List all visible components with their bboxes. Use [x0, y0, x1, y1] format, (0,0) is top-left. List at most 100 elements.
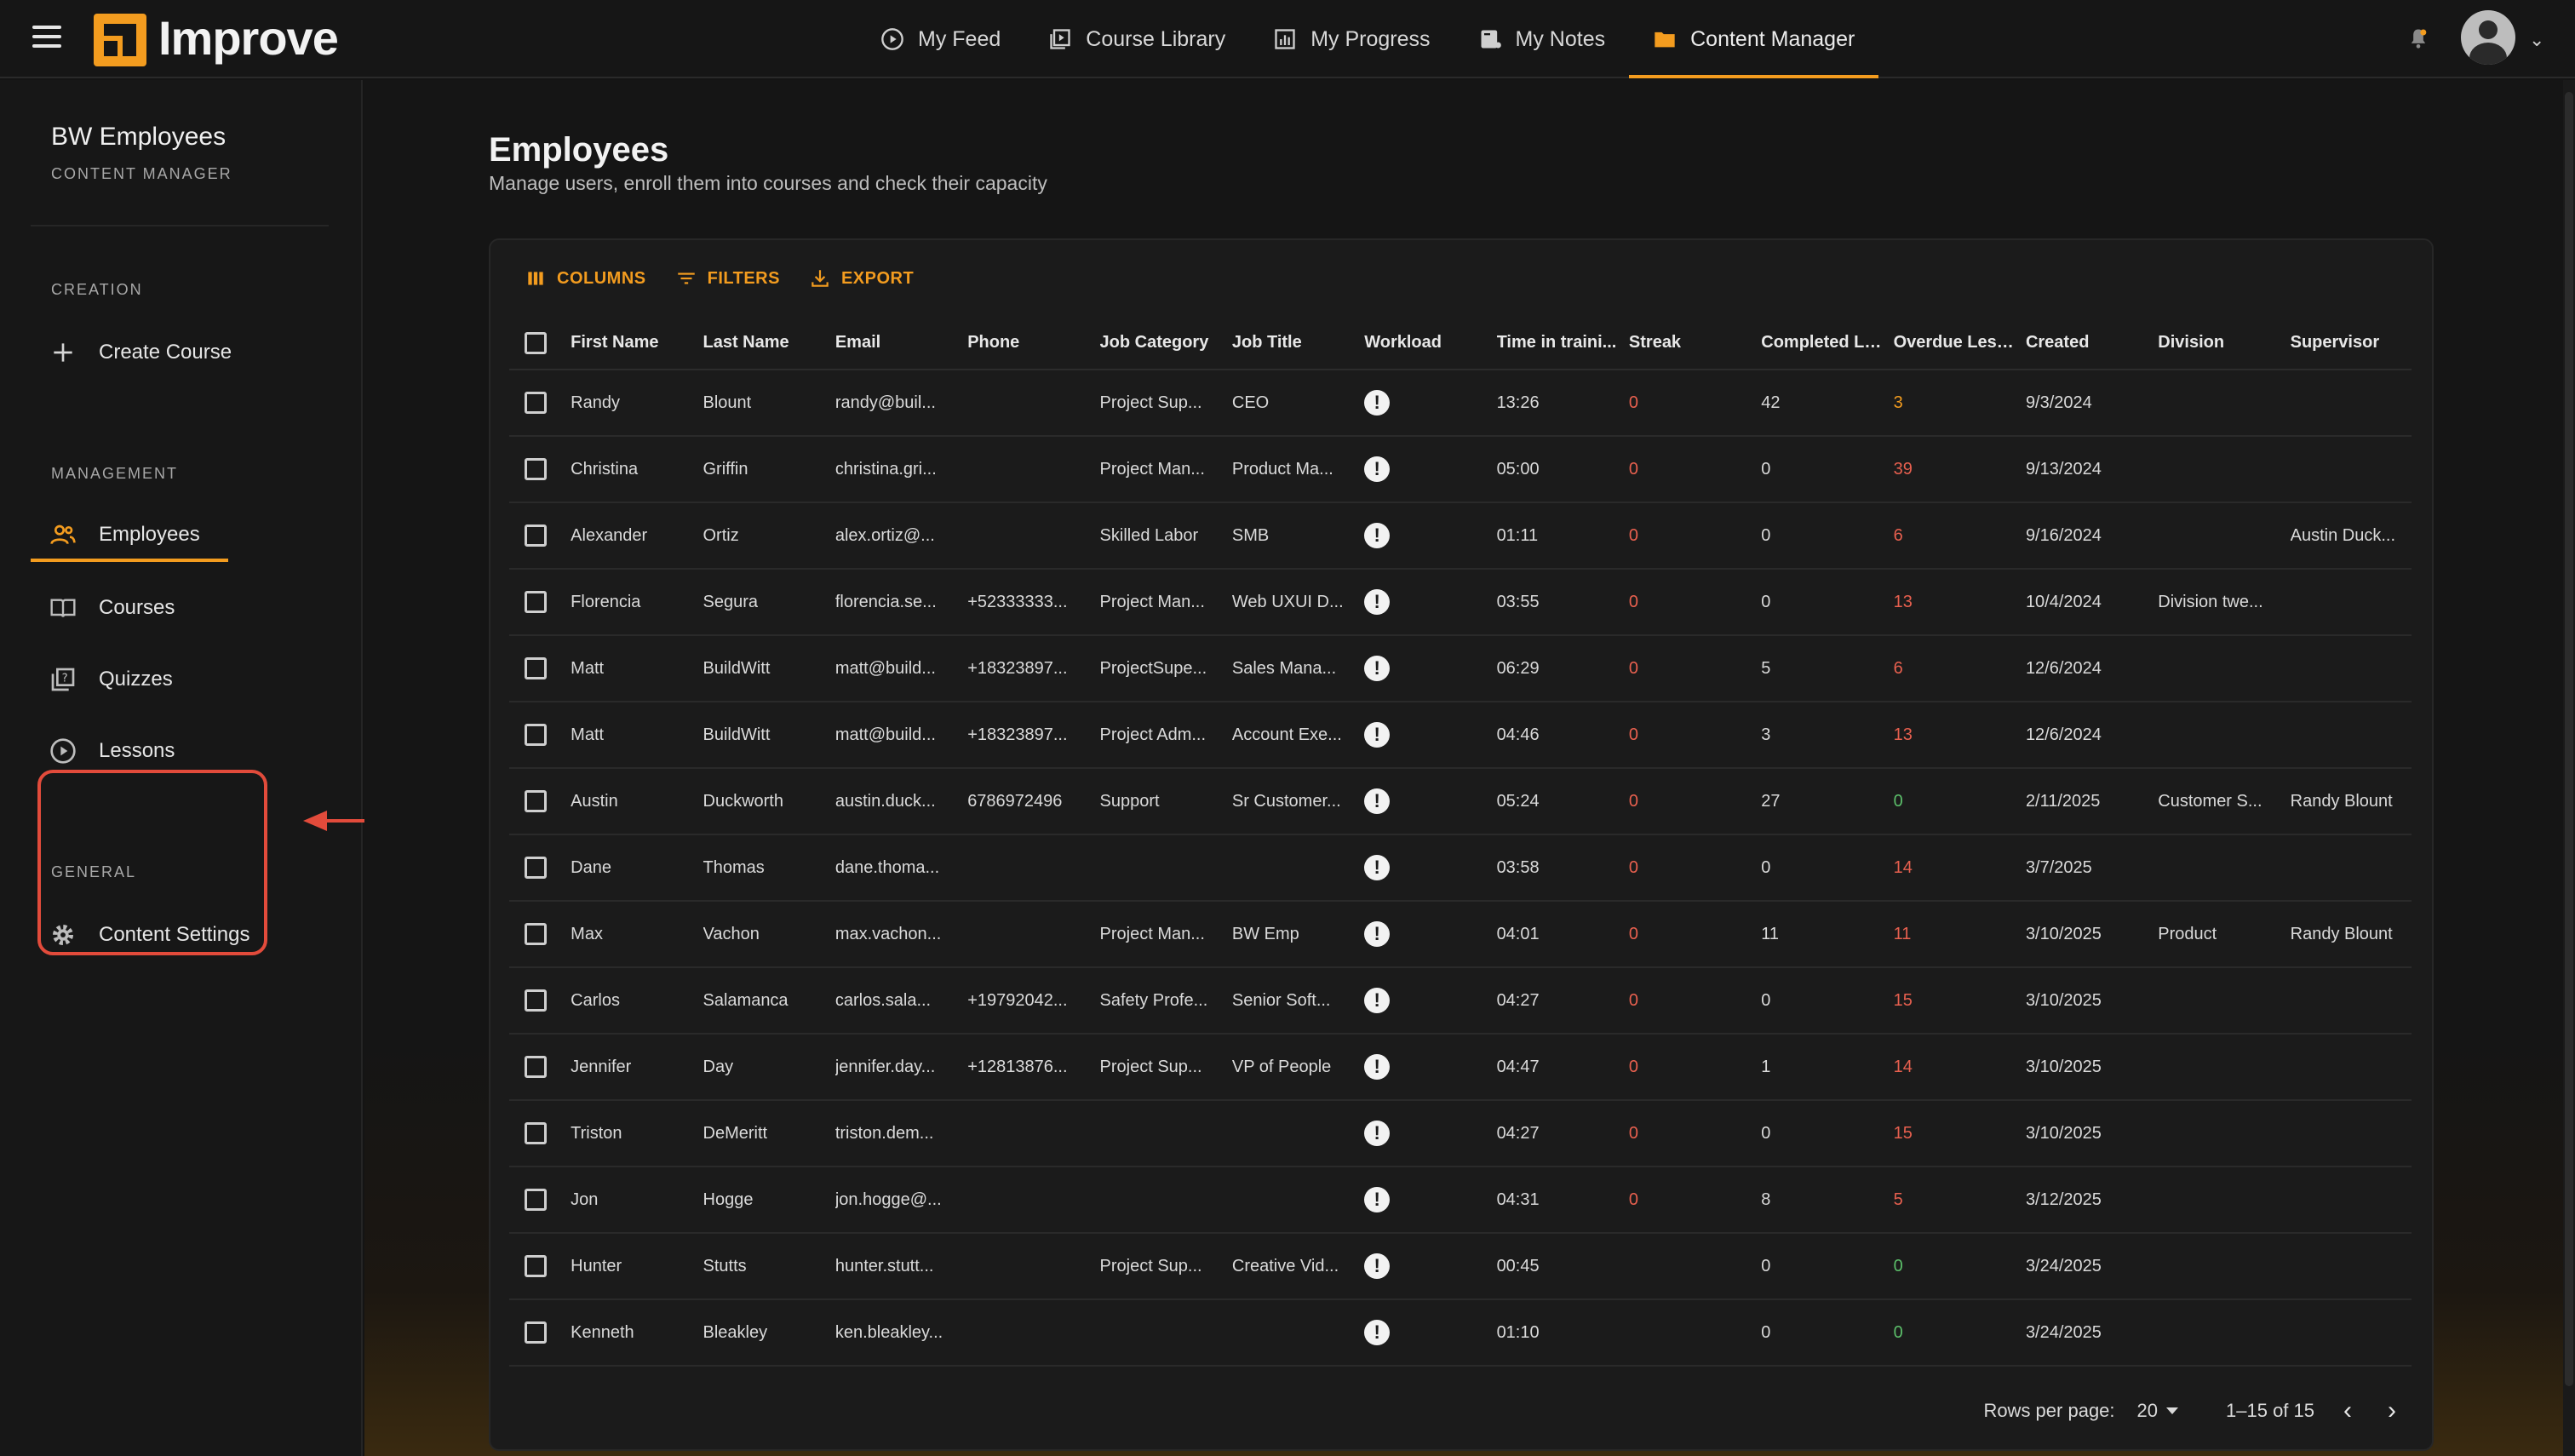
- sidebar-item-create-course[interactable]: Create Course: [31, 327, 232, 378]
- workload-warning-icon[interactable]: !: [1364, 1320, 1391, 1345]
- table-row[interactable]: Carlos Salamanca carlos.sala... +19792042..…: [509, 967, 2412, 1035]
- row-checkbox[interactable]: [525, 1189, 547, 1211]
- row-checkbox[interactable]: [525, 657, 547, 679]
- row-checkbox[interactable]: [525, 989, 547, 1012]
- column-header-streak[interactable]: Streak: [1628, 317, 1762, 370]
- column-header-job-title[interactable]: Job Title: [1231, 317, 1365, 370]
- table-row[interactable]: Florencia Segura florencia.se... +52333333.…: [509, 569, 2412, 636]
- nav-course-library[interactable]: Course Library: [1024, 0, 1249, 78]
- notification-bell-icon[interactable]: [2406, 26, 2430, 51]
- workload-warning-icon[interactable]: !: [1364, 1054, 1391, 1080]
- column-header-overdue-lessons[interactable]: Overdue Less...: [1893, 317, 2026, 370]
- workload-warning-icon[interactable]: !: [1364, 523, 1391, 548]
- folder-icon: [1655, 32, 1675, 48]
- workload-warning-icon[interactable]: !: [1364, 921, 1391, 947]
- row-select-cell: [509, 702, 571, 769]
- cell-email: austin.duck...: [834, 768, 968, 835]
- table-row[interactable]: Triston DeMeritt triston.dem...! 04:27 0 0 15 3…: [509, 1100, 2412, 1167]
- cell-job-title: CEO: [1231, 370, 1365, 437]
- sidebar-item-courses[interactable]: Courses: [31, 582, 175, 633]
- sidebar-item-lessons[interactable]: Lessons: [31, 725, 175, 777]
- nav-my-feed[interactable]: My Feed: [857, 0, 1024, 78]
- row-checkbox[interactable]: [525, 857, 547, 879]
- workload-warning-icon[interactable]: !: [1364, 390, 1391, 416]
- workload-warning-icon[interactable]: !: [1364, 656, 1391, 681]
- row-checkbox[interactable]: [525, 1255, 547, 1277]
- brand-name[interactable]: Improve: [158, 10, 339, 66]
- table-row[interactable]: Hunter Stutts hunter.stutt... Project Sup..…: [509, 1233, 2412, 1300]
- cell-time-in-training: 01:11: [1496, 502, 1629, 570]
- table-row[interactable]: Kenneth Bleakley ken.bleakley...! 01:10 0 0 3/…: [509, 1299, 2412, 1367]
- row-checkbox[interactable]: [525, 591, 547, 613]
- cell-email: florencia.se...: [834, 569, 968, 636]
- workload-warning-icon[interactable]: !: [1364, 1187, 1391, 1212]
- cell-time-in-training: 04:46: [1496, 702, 1629, 769]
- sidebar-item-employees[interactable]: Employees: [31, 511, 228, 562]
- row-checkbox[interactable]: [525, 923, 547, 945]
- user-avatar[interactable]: [2461, 10, 2515, 65]
- nav-label: My Notes: [1515, 26, 1606, 51]
- workload-warning-icon[interactable]: !: [1364, 788, 1391, 814]
- hamburger-menu-icon[interactable]: [32, 26, 61, 51]
- row-checkbox[interactable]: [525, 525, 547, 547]
- scrollbar-thumb[interactable]: [2565, 92, 2573, 1386]
- nav-content-manager[interactable]: Content Manager: [1629, 0, 1879, 78]
- column-header-time-in-training[interactable]: Time in traini...: [1496, 317, 1629, 370]
- improve-logo-icon[interactable]: [94, 14, 146, 66]
- cell-first-name: Christina: [571, 436, 703, 503]
- column-header-email[interactable]: Email: [834, 317, 968, 370]
- cell-workload: !: [1364, 436, 1497, 503]
- table-row[interactable]: Randy Blount randy@buil... Project Sup... CE…: [509, 370, 2412, 437]
- filters-button[interactable]: FILTERS: [675, 267, 780, 289]
- workload-warning-icon[interactable]: !: [1364, 589, 1391, 615]
- table-row[interactable]: Max Vachon max.vachon... Project Man... BW E…: [509, 901, 2412, 968]
- table-row[interactable]: Austin Duckworth austin.duck... 6786972496 S…: [509, 768, 2412, 835]
- table-row[interactable]: Christina Griffin christina.gri... Project …: [509, 436, 2412, 503]
- workload-warning-icon[interactable]: !: [1364, 1121, 1391, 1146]
- rows-per-page-select[interactable]: 20: [2137, 1400, 2179, 1422]
- workload-warning-icon[interactable]: !: [1364, 456, 1391, 482]
- column-header-first-name[interactable]: First Name: [571, 317, 703, 370]
- table-row[interactable]: Alexander Ortiz alex.ortiz@... Skilled Labo…: [509, 502, 2412, 570]
- row-checkbox[interactable]: [525, 1321, 547, 1344]
- workload-warning-icon[interactable]: !: [1364, 1253, 1391, 1279]
- table-row[interactable]: Matt BuildWitt matt@build... +18323897... Pr…: [509, 635, 2412, 702]
- row-checkbox[interactable]: [525, 724, 547, 746]
- cell-division: [2158, 502, 2291, 570]
- nav-my-progress[interactable]: My Progress: [1249, 0, 1454, 78]
- row-checkbox[interactable]: [525, 392, 547, 414]
- chevron-down-icon[interactable]: ⌄: [2529, 29, 2544, 51]
- workload-warning-icon[interactable]: !: [1364, 855, 1391, 880]
- column-header-completed-lessons[interactable]: Completed Le...: [1761, 317, 1894, 370]
- column-header-division[interactable]: Division: [2158, 317, 2291, 370]
- row-checkbox[interactable]: [525, 458, 547, 480]
- table-body: Randy Blount randy@buil... Project Sup... CE…: [509, 370, 2412, 1367]
- column-header-last-name[interactable]: Last Name: [703, 317, 835, 370]
- cell-first-name: Matt: [571, 635, 703, 702]
- workload-warning-icon[interactable]: !: [1364, 722, 1391, 748]
- nav-my-notes[interactable]: My Notes: [1454, 0, 1630, 78]
- column-header-created[interactable]: Created: [2025, 317, 2159, 370]
- select-all-checkbox[interactable]: [525, 331, 547, 354]
- row-checkbox[interactable]: [525, 1056, 547, 1078]
- table-row[interactable]: Matt BuildWitt matt@build... +18323897... Pr…: [509, 702, 2412, 769]
- row-checkbox[interactable]: [525, 790, 547, 812]
- column-header-workload[interactable]: Workload: [1364, 317, 1497, 370]
- column-header-supervisor[interactable]: Supervisor: [2290, 317, 2412, 370]
- table-row[interactable]: Jon Hogge jon.hogge@...! 04:31 0 8 5 3/12/2025: [509, 1167, 2412, 1234]
- sidebar-item-quizzes[interactable]: ? Quizzes: [31, 654, 173, 705]
- next-page-icon[interactable]: ›: [2381, 1396, 2403, 1425]
- export-button[interactable]: EXPORT: [809, 267, 914, 289]
- column-header-phone[interactable]: Phone: [967, 317, 1100, 370]
- table-row[interactable]: Dane Thomas dane.thoma...! 03:58 0 0 14 3/7/202…: [509, 834, 2412, 902]
- cell-phone: +52333333...: [967, 569, 1100, 636]
- sidebar-item-label: Quizzes: [99, 668, 173, 691]
- main-content: Employees Manage users, enroll them into…: [364, 80, 2575, 1456]
- column-header-job-category[interactable]: Job Category: [1099, 317, 1232, 370]
- scrollbar[interactable]: [2563, 80, 2575, 1456]
- columns-button[interactable]: COLUMNS: [525, 267, 646, 289]
- workload-warning-icon[interactable]: !: [1364, 988, 1391, 1013]
- table-row[interactable]: Jennifer Day jennifer.day... +12813876... Pr…: [509, 1034, 2412, 1101]
- row-checkbox[interactable]: [525, 1122, 547, 1144]
- previous-page-icon[interactable]: ‹: [2337, 1396, 2359, 1425]
